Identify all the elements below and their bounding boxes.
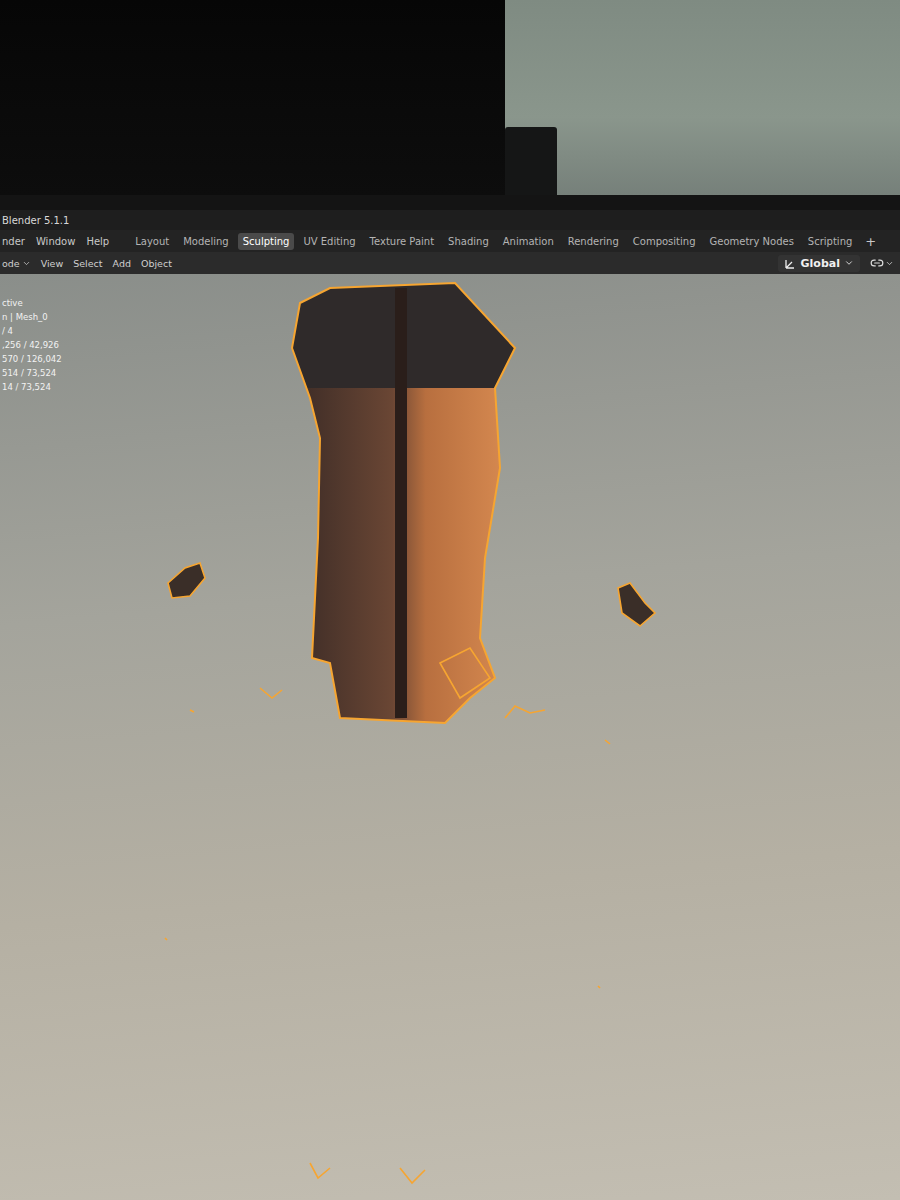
chevron-down-icon bbox=[844, 258, 854, 268]
room-background bbox=[0, 0, 900, 195]
scanned-head-mesh[interactable] bbox=[280, 278, 530, 723]
workspace-tab[interactable]: UV Editing bbox=[298, 233, 360, 250]
3d-viewport[interactable]: ctive n | Mesh_0 / 4 ,256 / 42,926 570 / 126… bbox=[0, 274, 900, 1200]
window-title: Blender 5.1.1 bbox=[2, 215, 69, 226]
stat-line: 14 / 73,524 bbox=[2, 382, 62, 392]
pivot-link-button[interactable] bbox=[870, 256, 894, 270]
stat-line: ctive bbox=[2, 298, 62, 308]
stat-line: ,256 / 42,926 bbox=[2, 340, 62, 350]
wall bbox=[505, 0, 900, 195]
blender-window: Blender 5.1.1 nder Window Help LayoutModelin… bbox=[0, 210, 900, 1200]
stat-line: n | Mesh_0 bbox=[2, 312, 62, 322]
header-menu-item[interactable]: Object bbox=[141, 258, 172, 269]
workspace-tab[interactable]: Compositing bbox=[628, 233, 701, 250]
workspace-tab[interactable]: Animation bbox=[498, 233, 559, 250]
workspace-tab[interactable]: Rendering bbox=[563, 233, 624, 250]
workspace-tab[interactable]: Layout bbox=[130, 233, 174, 250]
workspace-tab[interactable]: Modeling bbox=[178, 233, 234, 250]
stat-line: / 4 bbox=[2, 326, 62, 336]
menu-item[interactable]: Window bbox=[36, 236, 75, 247]
workspace-tabs: LayoutModelingSculptingUV Editing Texture… bbox=[130, 233, 880, 250]
monitor-bezel bbox=[0, 195, 900, 210]
header-menu-item[interactable]: Add bbox=[113, 258, 131, 269]
statistics-overlay: ctive n | Mesh_0 / 4 ,256 / 42,926 570 / 126… bbox=[2, 298, 62, 392]
chevron-down-icon bbox=[22, 259, 31, 268]
mesh-fragments bbox=[165, 563, 655, 1183]
speaker bbox=[505, 127, 557, 195]
link-icon bbox=[870, 256, 884, 270]
menu-item[interactable]: Help bbox=[86, 236, 109, 247]
photo-of-monitor: Blender 5.1.1 nder Window Help LayoutModelin… bbox=[0, 0, 900, 1200]
transform-orientation-icon bbox=[784, 257, 797, 270]
chevron-down-icon bbox=[885, 259, 894, 268]
menu-bar: nder Window Help LayoutModelingSculptingUV … bbox=[0, 230, 900, 252]
workspace-tab[interactable]: Sculpting bbox=[238, 233, 295, 250]
menu-item[interactable]: nder bbox=[2, 236, 25, 247]
header-menu-item[interactable]: View bbox=[41, 258, 64, 269]
viewport-header: ode View Select Add Object Global bbox=[0, 252, 900, 274]
title-bar: Blender 5.1.1 bbox=[0, 210, 900, 230]
workspace-tab[interactable]: Geometry Nodes bbox=[704, 233, 798, 250]
mesh-drawing bbox=[0, 274, 900, 1198]
dark-background bbox=[0, 0, 505, 195]
header-menu-item[interactable]: Select bbox=[73, 258, 102, 269]
workspace-tab[interactable]: Shading bbox=[443, 233, 494, 250]
workspace-tab[interactable]: Scripting bbox=[803, 233, 857, 250]
stat-line: 570 / 126,042 bbox=[2, 354, 62, 364]
workspace-tab[interactable]: Texture Paint bbox=[365, 233, 440, 250]
add-workspace-button[interactable]: + bbox=[861, 234, 880, 249]
stat-line: 514 / 73,524 bbox=[2, 368, 62, 378]
orientation-select[interactable]: Global bbox=[778, 255, 860, 272]
mode-select[interactable]: ode bbox=[2, 258, 31, 269]
